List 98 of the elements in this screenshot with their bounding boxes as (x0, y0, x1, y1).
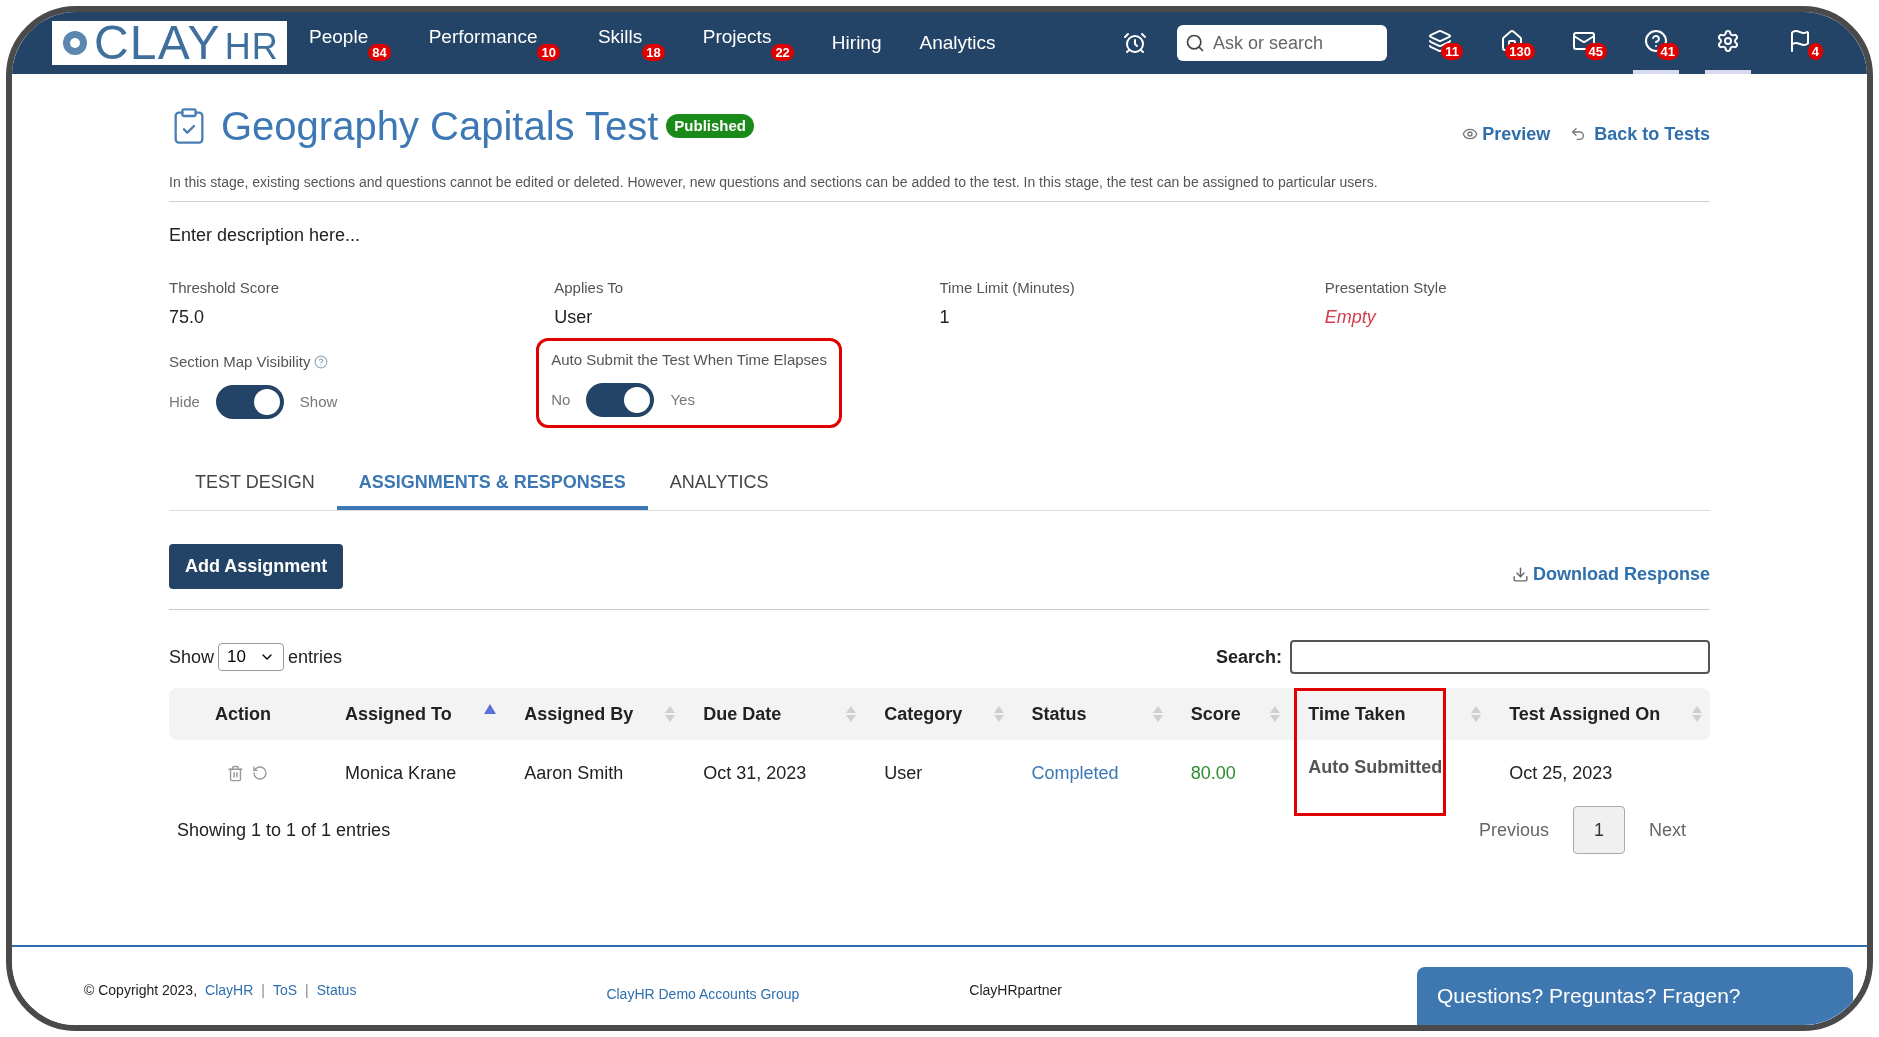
partner-text: ClayHRpartner (969, 981, 1062, 1000)
sort-ascending-icon[interactable] (484, 704, 497, 714)
tab[interactable]: ASSIGNMENTS & RESPONSES (336, 458, 648, 510)
field-label: Presentation Style (1324, 278, 1448, 298)
nav-link[interactable]: People (309, 25, 369, 48)
toolbar-icon-button[interactable]: 130 (1489, 12, 1535, 74)
toggle-label: Section Map Visibility (169, 351, 311, 372)
nav-link[interactable]: Analytics (919, 32, 996, 54)
table-cell: Auto Submitted (1308, 757, 1443, 777)
reset-icon[interactable] (251, 765, 268, 781)
table-cell: Completed (1031, 762, 1119, 783)
return-arrow-icon (1570, 126, 1587, 142)
count-badge: 22 (771, 43, 794, 61)
nav-link[interactable]: Skills (597, 25, 643, 48)
download-response-link[interactable]: Download Response (1511, 561, 1710, 588)
table-cell: Monica Krane (345, 762, 457, 783)
field-value: User (554, 305, 594, 329)
toolbar-icon-button[interactable]: 11 (1417, 12, 1463, 74)
nav-link[interactable]: Performance (428, 25, 538, 48)
settings-icon (1716, 29, 1740, 53)
logo[interactable]: CLAY HR (52, 21, 288, 65)
on-label: Yes (670, 389, 695, 410)
next-button[interactable]: Next (1637, 816, 1698, 844)
back-to-tests-link[interactable]: Back to Tests (1570, 120, 1710, 148)
nav-link[interactable]: Projects (702, 25, 772, 48)
page-title: Geography Capitals Test (221, 103, 659, 150)
eye-icon (1462, 126, 1479, 142)
field-value: Empty (1324, 305, 1378, 329)
help-icon[interactable] (314, 354, 329, 369)
group-link[interactable]: ClayHR Demo Accounts Group (606, 984, 800, 1005)
download-icon (1511, 566, 1529, 583)
entries-label: entries (288, 645, 343, 669)
toolbar-icon-button[interactable]: 45 (1561, 12, 1607, 74)
count-badge: 4 (1807, 43, 1823, 60)
column-header[interactable]: Test Assigned On (1509, 700, 1661, 728)
column-header[interactable]: Action (215, 700, 272, 728)
column-header[interactable]: Time Taken (1308, 700, 1406, 728)
search-label: Search: (1215, 645, 1282, 669)
count-badge: 45 (1584, 43, 1607, 60)
page-button[interactable]: 1 (1573, 806, 1625, 854)
toggle-switch[interactable] (215, 385, 284, 419)
copyright-text: © Copyright 2023, (84, 981, 198, 1000)
delete-icon[interactable] (226, 764, 244, 782)
search-input[interactable]: Ask or search (1213, 29, 1373, 57)
off-label: Hide (169, 391, 200, 412)
table-cell: Oct 31, 2023 (703, 762, 807, 783)
separator: | (305, 981, 309, 1000)
count-badge: 10 (537, 43, 560, 61)
toolbar-icon-button[interactable]: 4 (1777, 12, 1823, 74)
separator: | (261, 981, 265, 1000)
table-cell: Oct 25, 2023 (1509, 762, 1613, 783)
count-badge: 11 (1441, 43, 1463, 60)
tab[interactable]: TEST DESIGN (173, 458, 337, 510)
footer-link[interactable]: Status (316, 980, 357, 1001)
table-cell: Aaron Smith (524, 762, 624, 783)
on-label: Show (299, 391, 338, 412)
count-badge: 84 (368, 43, 391, 61)
field-label: Applies To (554, 278, 625, 298)
search-field[interactable]: Ask or search (1177, 25, 1387, 61)
toggle-switch[interactable] (586, 383, 655, 417)
off-label: No (551, 389, 571, 410)
column-header[interactable]: Due Date (703, 700, 782, 728)
flag-icon (1788, 29, 1812, 53)
field-value: 75.0 (169, 305, 206, 329)
add-assignment-button[interactable]: Add Assignment (169, 544, 344, 589)
alarm-clock-icon[interactable] (1123, 31, 1147, 55)
field-label: Threshold Score (169, 278, 281, 298)
stage-notice: In this stage, existing sections and questions cannot be edited or deleted. However, new questions and sections can be added to the test. In this stage, the test can be assigned to particular users. (169, 172, 1710, 202)
toggle-label: Auto Submit the Test When Time Elapses (551, 349, 827, 370)
column-header[interactable]: Score (1190, 700, 1241, 728)
table-cell: 80.00 (1190, 762, 1236, 783)
table-info: Showing 1 to 1 of 1 entries (177, 818, 391, 842)
footer-link[interactable]: ToS (272, 980, 298, 1001)
status-badge: Published (666, 113, 754, 139)
column-header[interactable]: Assigned To (345, 700, 452, 728)
count-badge: 130 (1505, 43, 1535, 60)
nav-link[interactable]: Hiring (831, 32, 882, 54)
logo-text: CLAY HR (94, 19, 280, 67)
field-label: Time Limit (Minutes) (939, 278, 1076, 298)
chat-button[interactable]: Questions? Preguntas? Fragen? (1417, 967, 1853, 1025)
table-search-field[interactable] (1290, 640, 1710, 674)
column-header[interactable]: Status (1031, 700, 1087, 728)
logo-mark-icon (60, 28, 90, 58)
search-icon (1185, 33, 1205, 53)
footer-link[interactable]: ClayHR (205, 980, 254, 1001)
column-header[interactable]: Category (884, 700, 963, 728)
count-badge: 41 (1656, 43, 1679, 60)
count-badge: 18 (642, 43, 665, 61)
page-size-select[interactable]: 10 (218, 643, 285, 671)
table-cell: User (884, 762, 923, 783)
toolbar-icon-button[interactable]: 41 (1633, 12, 1679, 74)
field-value: 1 (939, 305, 951, 329)
description-text: Enter description here... (169, 224, 362, 247)
column-header[interactable]: Assigned By (524, 700, 634, 728)
preview-link[interactable]: Preview (1462, 120, 1551, 148)
show-label: Show (169, 645, 215, 669)
previous-button[interactable]: Previous (1466, 816, 1561, 844)
tab[interactable]: ANALYTICS (647, 458, 791, 510)
